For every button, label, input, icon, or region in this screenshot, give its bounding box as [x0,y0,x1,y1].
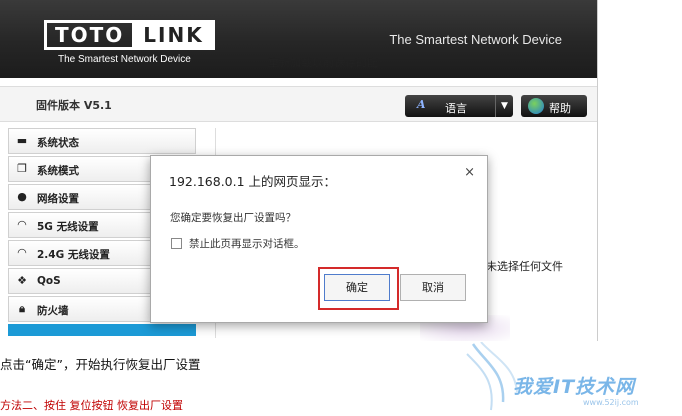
totolink-logo: TOTO LINK [44,20,215,50]
logo-tagline: The Smartest Network Device [58,54,191,65]
windows-icon: ❐ [17,162,27,175]
chat-bubble-icon: ▬ [16,134,28,147]
help-button[interactable]: 帮助 [521,95,587,117]
sidebar-item-label: 2.4G 无线设置 [37,249,110,261]
logo-toto-text: TOTO [44,20,133,50]
language-label: 语言 [445,102,467,115]
logo-link-text: LINK [132,20,215,50]
dialog-message: 您确定要恢复出厂设置吗？ [170,212,296,224]
globe-icon: ● [17,190,27,203]
lock-icon: 🔒︎ [19,302,25,315]
sidebar-item-label: 系统模式 [37,165,79,177]
suppress-dialog-label[interactable]: 禁止此页再显示对话框。 [189,236,305,251]
sidebar-item-label: 系统状态 [37,137,79,149]
dialog-title: 192.168.0.1 上的网页显示： [169,174,337,189]
banner-slogan: The Smartest Network Device [389,32,562,47]
firmware-version: 固件版本 V5.1 [36,99,112,112]
sidebar-item-label: 防火墙 [37,305,69,317]
confirm-dialog: 192.168.0.1 上的网页显示： × 您确定要恢复出厂设置吗？ 禁止此页再… [150,155,488,323]
language-button[interactable]: A 语言 ▼ [405,95,513,117]
sidebar-item-label: QoS [37,275,61,287]
watermark-url: www.52ij.com [583,398,639,407]
instruction-caption: 点击“确定”，开始执行恢复出厂设置 [0,357,201,372]
suppress-dialog-checkbox[interactable] [171,238,182,249]
reload-config-text: 重新加载以前保存的配 [268,56,378,69]
ok-button[interactable]: 确定 [324,274,390,301]
wifi-icon: ◠ [17,218,27,231]
sidebar-item-system-tools[interactable] [8,324,196,336]
watermark-title: 我爱IT技术网 [513,376,636,398]
wifi-icon: ◠ [17,246,27,259]
language-icon: A [417,98,426,111]
diamond-icon: ❖ [17,274,27,287]
cancel-button[interactable]: 取消 [400,274,466,301]
close-icon[interactable]: × [464,165,475,180]
watermark: 我爱IT技术网 www.52ij.com [465,342,680,414]
method-two-caption: 方法二、按住 复位按钮 恢复出厂设置 [0,399,183,412]
no-file-chosen-text: 未选择任何文件 [486,260,563,273]
chevron-down-icon[interactable]: ▼ [495,95,513,117]
sidebar-item-system-status[interactable]: ▬ 系统状态 [8,128,196,154]
sidebar-item-label: 5G 无线设置 [37,221,99,233]
help-globe-icon [528,98,544,114]
firmware-toolbar: 固件版本 V5.1 A 语言 ▼ 帮助 [0,86,597,122]
help-label: 帮助 [549,102,571,115]
sidebar-item-label: 网络设置 [37,193,79,205]
